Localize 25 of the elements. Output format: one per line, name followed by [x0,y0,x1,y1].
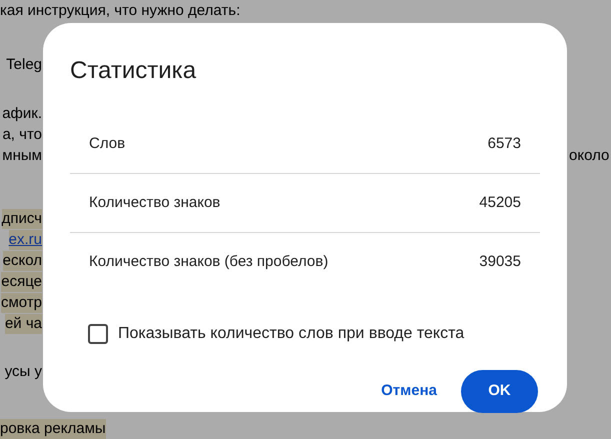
document-text: мным [2,146,42,166]
ok-button[interactable]: OK [461,370,538,413]
checkbox[interactable] [88,324,108,344]
document-text: афик. [2,104,42,124]
document-text: усы у [4,362,42,382]
document-text: около [569,146,610,166]
checkbox-label: Показывать количество слов при вводе текста [118,324,464,344]
document-text: ескол [2,251,42,271]
stat-value: 39035 [479,252,521,272]
stat-value: 45205 [479,192,521,213]
document-text: дписч [2,209,42,229]
document-text: смотр [0,293,42,313]
stat-label: Количество знаков (без пробелов) [89,252,328,272]
stat-value: 6573 [488,134,521,154]
document-text: а, что [2,125,42,145]
link[interactable]: ex.ru [8,230,42,250]
dialog-title: Статистика [69,56,198,85]
document-text: Teleg [6,55,42,75]
cancel-button[interactable]: Отмена [373,370,445,413]
document-text: ей ча [4,314,42,334]
stat-label: Слов [89,134,126,154]
document-text: кая инструкция, что нужно делать: [0,1,240,21]
document-text: ровка рекламы [0,419,106,439]
document-text: есяце [1,272,42,292]
stat-label: Количество знаков [89,192,220,213]
